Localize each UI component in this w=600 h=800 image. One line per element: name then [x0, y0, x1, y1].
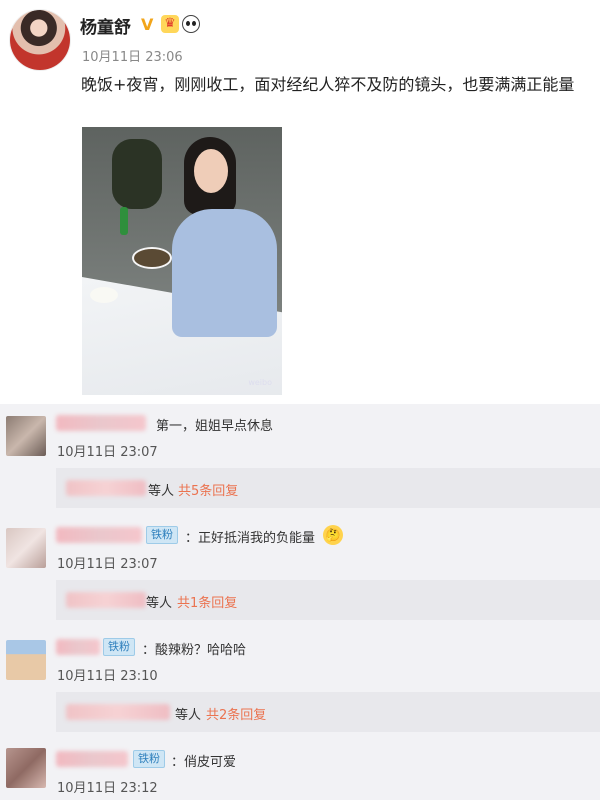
comment-text: ：正好抵消我的负能量	[185, 531, 316, 546]
reply-summary[interactable]: 等人 共2条回复	[56, 692, 600, 732]
reply-suffix: 等人	[148, 484, 175, 499]
commenter-name-blurred[interactable]	[56, 639, 100, 655]
commenter-name-blurred[interactable]	[56, 415, 146, 431]
commenter-avatar[interactable]	[6, 748, 46, 788]
person-shirt	[172, 209, 277, 337]
comment-text: 第一，姐姐早点休息	[156, 419, 274, 434]
panda-icon[interactable]	[182, 15, 200, 33]
comment-timestamp: 10月11日 23:10	[57, 669, 158, 684]
verified-v-icon: V	[141, 14, 154, 34]
replier-name-blurred	[66, 704, 170, 720]
photo-watermark: weibo	[248, 378, 272, 387]
reply-summary[interactable]: 等人 共5条回复	[56, 468, 600, 508]
comment-list: 第一，姐姐早点休息 10月11日 23:07 等人 共5条回复 铁粉 ：正好抵消…	[0, 404, 600, 800]
fan-badge[interactable]: 铁粉	[146, 526, 178, 544]
fan-badge[interactable]: 铁粉	[133, 750, 165, 768]
person-face	[194, 149, 228, 193]
comment-timestamp: 10月11日 23:07	[57, 557, 158, 572]
reply-suffix: 等人	[146, 596, 173, 611]
photo-background-person	[112, 139, 162, 209]
photo-person	[172, 137, 277, 337]
reply-summary[interactable]: 等人 共1条回复	[56, 580, 600, 620]
photo-bottle	[120, 207, 128, 235]
crown-icon[interactable]: ♛	[161, 15, 179, 33]
author-avatar[interactable]	[10, 10, 70, 70]
author-name[interactable]: 杨童舒	[80, 13, 131, 38]
commenter-name-blurred[interactable]	[56, 527, 142, 543]
replier-name-blurred	[66, 480, 146, 496]
commenter-name-blurred[interactable]	[56, 751, 128, 767]
photo-bowl	[134, 249, 170, 267]
commenter-avatar[interactable]	[6, 528, 46, 568]
commenter-avatar[interactable]	[6, 640, 46, 680]
thinking-emoji-icon: 🤔	[323, 525, 343, 545]
reply-count-link[interactable]: 共2条回复	[206, 704, 266, 723]
comment-timestamp: 10月11日 23:12	[57, 781, 158, 796]
comment-timestamp: 10月11日 23:07	[57, 445, 158, 460]
comment-text: ：俏皮可爱	[171, 755, 237, 770]
commenter-avatar[interactable]	[6, 416, 46, 456]
post-text: 晚饭+夜宵，刚刚收工，面对经纪人猝不及防的镜头，也要满满正能量	[81, 75, 575, 94]
photo-plate	[90, 287, 118, 303]
comment-text: ：酸辣粉？哈哈哈	[142, 643, 247, 658]
reply-count-link[interactable]: 共1条回复	[177, 592, 237, 611]
replier-name-blurred	[66, 592, 146, 608]
reply-suffix: 等人	[175, 708, 202, 723]
author-badges: V ♛	[141, 15, 200, 33]
fan-badge[interactable]: 铁粉	[103, 638, 135, 656]
post-timestamp[interactable]: 10月11日 23:06	[82, 46, 183, 65]
reply-count-link[interactable]: 共5条回复	[178, 480, 238, 499]
post-photo[interactable]: weibo	[82, 127, 282, 395]
